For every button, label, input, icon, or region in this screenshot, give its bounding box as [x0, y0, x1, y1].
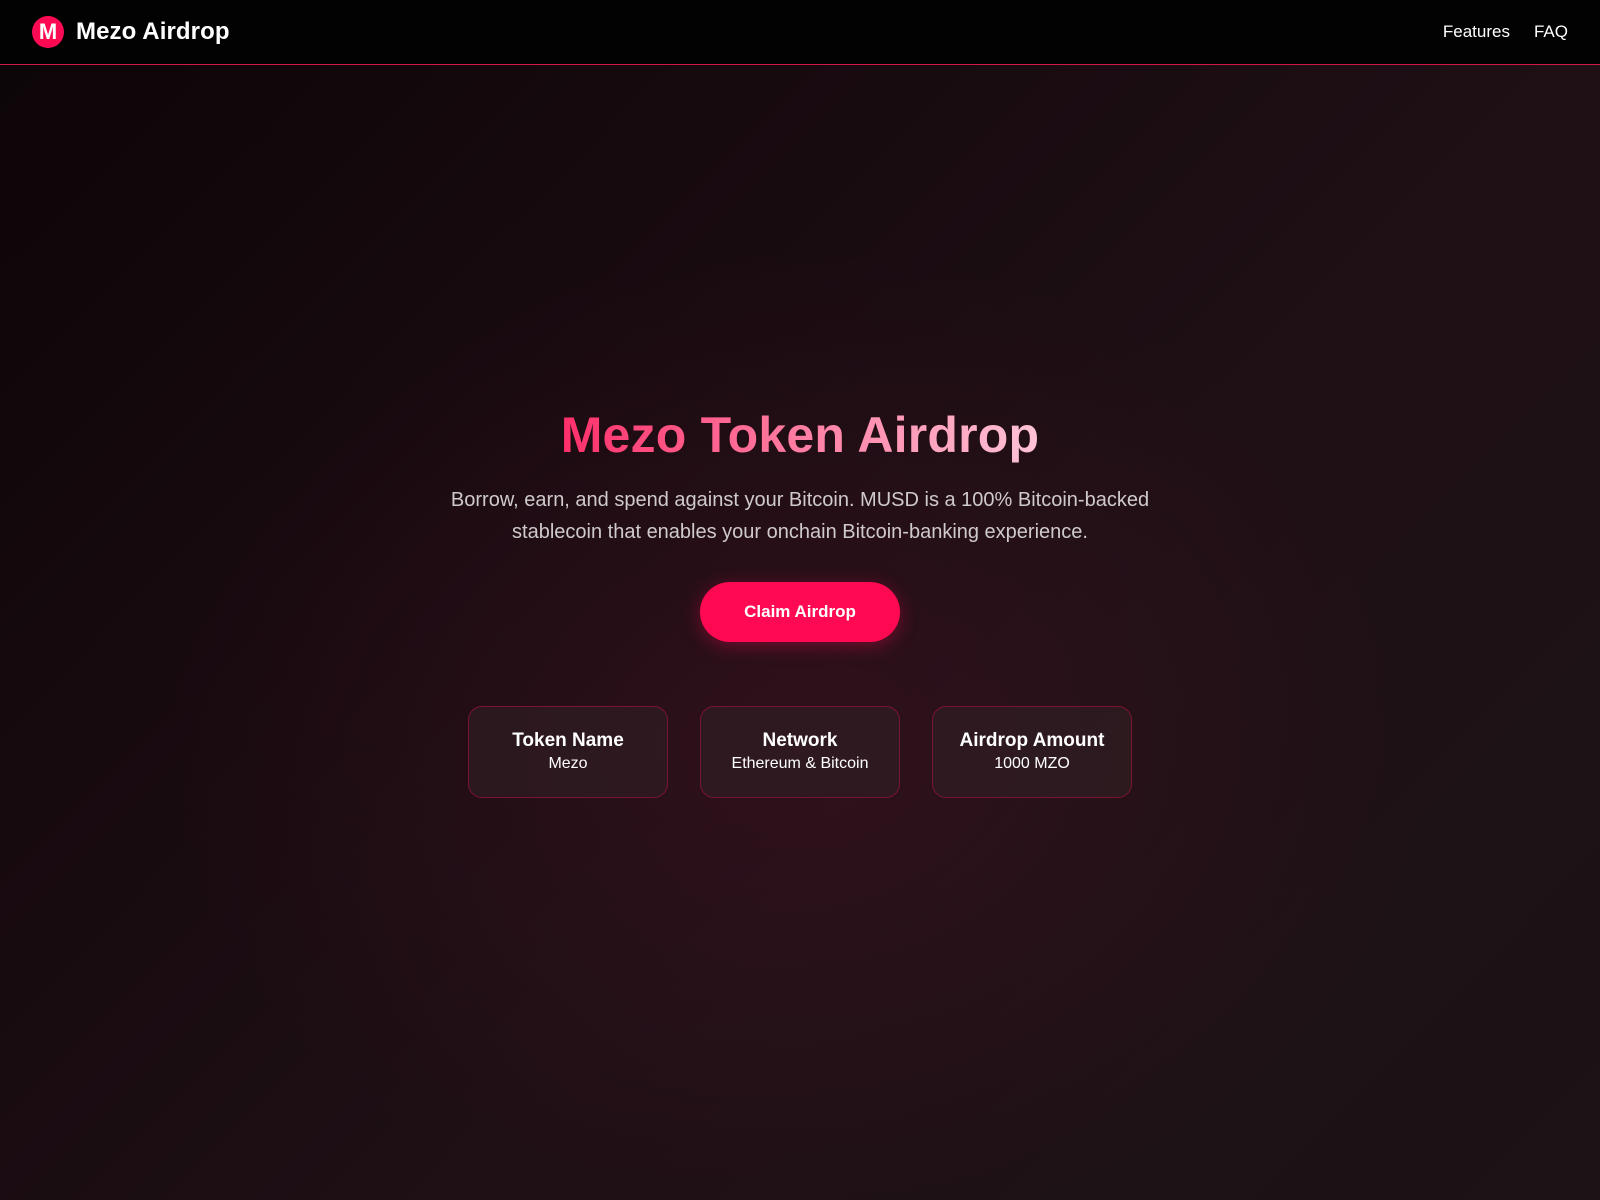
info-card-value: Mezo — [548, 755, 588, 772]
mezo-logo-icon: M — [32, 16, 64, 48]
info-card-title: Airdrop Amount — [959, 730, 1105, 751]
hero-subtitle: Borrow, earn, and spend against your Bit… — [450, 489, 1150, 543]
hero-title: Mezo Token Airdrop — [561, 400, 1040, 470]
info-card-value: Ethereum & Bitcoin — [731, 755, 869, 772]
info-card-title: Network — [762, 730, 838, 751]
info-card-value: 1000 MZO — [994, 755, 1070, 772]
info-card-title: Token Name — [512, 730, 624, 751]
brand[interactable]: M Mezo Airdrop — [32, 16, 230, 48]
info-cards: Token Name Mezo Network Ethereum & Bitco… — [468, 706, 1132, 798]
nav-link-faq[interactable]: FAQ — [1534, 22, 1568, 42]
claim-airdrop-button[interactable]: Claim Airdrop — [700, 582, 900, 642]
info-card-token-name: Token Name Mezo — [468, 706, 668, 798]
nav-link-features[interactable]: Features — [1443, 22, 1510, 42]
brand-name: Mezo Airdrop — [76, 18, 230, 45]
info-card-network: Network Ethereum & Bitcoin — [700, 706, 900, 798]
nav-links: Features FAQ — [1443, 22, 1568, 42]
top-navbar: M Mezo Airdrop Features FAQ — [0, 0, 1600, 65]
hero-section: Mezo Token Airdrop Borrow, earn, and spe… — [0, 400, 1600, 798]
info-card-airdrop-amount: Airdrop Amount 1000 MZO — [932, 706, 1132, 798]
